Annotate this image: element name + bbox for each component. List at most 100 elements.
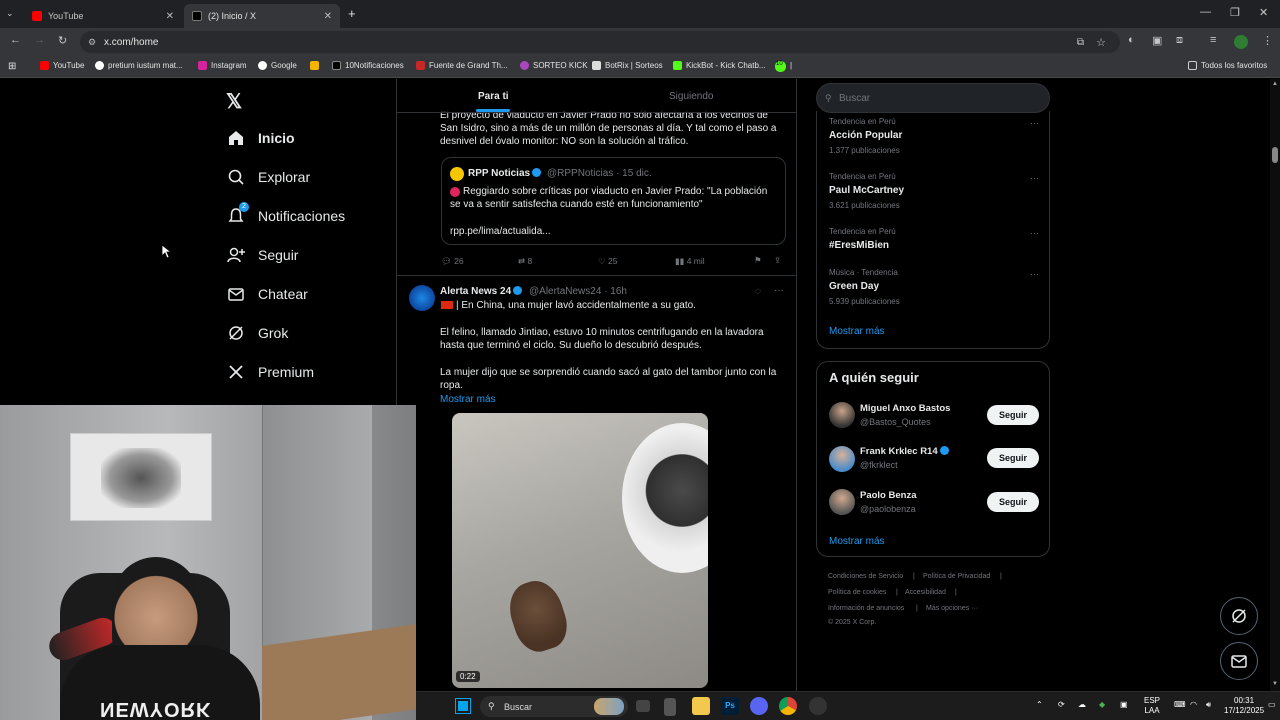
close-tab-icon[interactable]: ✕: [166, 11, 174, 22]
clock[interactable]: 00:31 17/12/2025: [1224, 696, 1264, 716]
quoted-post[interactable]: RPP Noticias @RPPNoticias · 15 dic. Regg…: [441, 157, 786, 245]
menu-icon[interactable]: ⋮: [1262, 34, 1273, 47]
bookmark-icon[interactable]: ⚑: [754, 255, 762, 266]
bookmark-kickbot[interactable]: KickBot - Kick Chatb...: [673, 61, 766, 70]
bookmark-youtube[interactable]: YouTube: [40, 61, 84, 70]
install-icon[interactable]: ⧉: [1077, 37, 1084, 48]
taskbar-search[interactable]: ⚲ Buscar: [480, 696, 628, 717]
follow-name[interactable]: Frank Krklec R14: [860, 446, 949, 457]
post-author-name[interactable]: Alerta News 24: [440, 285, 523, 298]
alerta-news-avatar[interactable]: [409, 285, 435, 311]
profile-avatar[interactable]: [1234, 35, 1248, 49]
nav-chat[interactable]: Chatear: [227, 285, 308, 303]
bookmark-10notificaciones[interactable]: 10Notificaciones: [332, 61, 404, 70]
close-tab-icon[interactable]: ✕: [324, 11, 332, 22]
bookmark-google[interactable]: Google: [258, 61, 297, 70]
avatar[interactable]: [829, 489, 855, 515]
tray-app-icon[interactable]: ⟳: [1058, 700, 1065, 710]
trend-name[interactable]: #EresMiBien: [829, 240, 889, 251]
forward-icon[interactable]: →: [34, 34, 45, 46]
trend-name[interactable]: Green Day: [829, 281, 879, 292]
trend-options-icon[interactable]: ···: [1030, 228, 1039, 238]
bookmark-pretium[interactable]: pretium iustum mat...: [95, 61, 183, 70]
more-options-icon[interactable]: ···: [774, 284, 784, 297]
file-explorer-icon[interactable]: [692, 697, 710, 715]
extensions-puzzle-icon[interactable]: ⧈: [1176, 34, 1183, 47]
share-icon[interactable]: ⇪: [774, 255, 781, 266]
x-logo-icon[interactable]: 𝕏: [226, 89, 242, 114]
tab-search-icon[interactable]: ⌄: [6, 8, 14, 19]
views-button[interactable]: ▮▮ 4 mil: [675, 256, 705, 267]
trend-options-icon[interactable]: ···: [1030, 118, 1039, 128]
scroll-down-arrow-icon[interactable]: ▼: [1272, 681, 1278, 687]
tray-expand-icon[interactable]: ⌃: [1036, 700, 1043, 710]
app-icon[interactable]: [664, 698, 676, 716]
bookmark-star-icon[interactable]: ☆: [1096, 36, 1106, 49]
nav-follow[interactable]: Seguir: [227, 246, 298, 264]
volume-icon[interactable]: 🔊︎: [1206, 700, 1211, 710]
language-indicator[interactable]: ESP LAA: [1144, 696, 1160, 716]
nav-grok[interactable]: Grok: [227, 324, 288, 342]
footer-terms[interactable]: Condiciones de Servicio: [828, 573, 903, 580]
windows-start-icon[interactable]: [455, 698, 471, 714]
nav-notifications[interactable]: 2 Notificaciones: [227, 202, 345, 225]
footer-privacy[interactable]: Política de Privacidad: [923, 573, 990, 580]
scrollbar-thumb[interactable]: [1272, 147, 1278, 163]
follow-button[interactable]: Seguir: [987, 405, 1039, 425]
like-button[interactable]: ♡ 25: [598, 256, 617, 267]
trends-show-more[interactable]: Mostrar más: [829, 326, 885, 337]
onedrive-icon[interactable]: ☁: [1078, 700, 1086, 710]
bookmark-instagram[interactable]: Instagram: [198, 61, 247, 70]
follow-name[interactable]: Miguel Anxo Bastos: [860, 403, 950, 414]
grok-fab[interactable]: [1220, 597, 1258, 635]
footer-accessibility[interactable]: Accesibilidad: [905, 589, 946, 596]
bookmark-botrix[interactable]: BotRix | Sorteos: [592, 61, 663, 70]
nav-premium[interactable]: Premium: [227, 363, 314, 381]
follow-name[interactable]: Paolo Benza: [860, 490, 917, 501]
footer-more[interactable]: Más opciones ···: [926, 605, 978, 612]
page-scrollbar[interactable]: ▲ ▼: [1270, 79, 1280, 691]
trend-name[interactable]: Acción Popular: [829, 130, 902, 141]
nav-explore[interactable]: Explorar: [227, 168, 310, 186]
wifi-icon[interactable]: ◠: [1190, 700, 1197, 710]
bookmark-sorteo-kick[interactable]: SORTEO KICK: [520, 61, 588, 70]
show-more-link[interactable]: Mostrar más: [440, 393, 496, 406]
follow-show-more[interactable]: Mostrar más: [829, 536, 885, 547]
footer-cookies[interactable]: Política de cookies: [828, 589, 886, 596]
trend-options-icon[interactable]: ···: [1030, 269, 1039, 279]
obs-icon[interactable]: [809, 697, 827, 715]
site-info-icon[interactable]: ⚙: [88, 37, 96, 48]
tray-app-icon[interactable]: ▣: [1120, 700, 1128, 710]
apps-icon[interactable]: ⊞: [8, 61, 16, 72]
search-input[interactable]: ⚲ Buscar: [816, 83, 1050, 113]
grok-explain-icon[interactable]: ◌: [755, 285, 761, 298]
back-icon[interactable]: ←: [10, 34, 21, 46]
trend-options-icon[interactable]: ···: [1030, 173, 1039, 183]
network-icon[interactable]: ⌨: [1174, 700, 1186, 710]
scroll-up-arrow-icon[interactable]: ▲: [1272, 81, 1278, 87]
avatar[interactable]: [829, 402, 855, 428]
follow-button[interactable]: Seguir: [987, 492, 1039, 512]
bookmark-gta[interactable]: Fuente de Grand Th...: [416, 61, 508, 70]
footer-ads[interactable]: Información de anuncios: [828, 605, 904, 612]
tab-for-you[interactable]: Para ti: [478, 91, 509, 102]
quote-link[interactable]: rpp.pe/lima/actualida...: [450, 225, 551, 238]
video-player[interactable]: 0:22: [452, 413, 708, 688]
reload-icon[interactable]: ↻: [58, 34, 67, 47]
repost-button[interactable]: ⇄ 8: [518, 256, 532, 267]
bookmark-badge[interactable]: 10: [775, 61, 790, 72]
address-bar[interactable]: ⚙ x.com/home ⧉ ☆: [80, 31, 1120, 53]
media-icon[interactable]: ≡: [1210, 34, 1216, 46]
messages-fab[interactable]: [1220, 642, 1258, 680]
extension-icon[interactable]: ◐: [1128, 34, 1135, 46]
notifications-icon[interactable]: ▭: [1268, 700, 1276, 710]
trend-name[interactable]: Paul McCartney: [829, 185, 904, 196]
photoshop-icon[interactable]: Ps: [721, 697, 739, 715]
new-tab-button[interactable]: +: [348, 6, 356, 21]
close-window-icon[interactable]: ✕: [1259, 6, 1268, 19]
task-view-icon[interactable]: [636, 700, 650, 712]
tab-x-home[interactable]: (2) Inicio / X ✕: [184, 4, 340, 28]
nav-home[interactable]: Inicio: [227, 129, 295, 147]
tab-youtube[interactable]: YouTube ✕: [24, 4, 182, 28]
minimize-icon[interactable]: —: [1200, 6, 1211, 18]
